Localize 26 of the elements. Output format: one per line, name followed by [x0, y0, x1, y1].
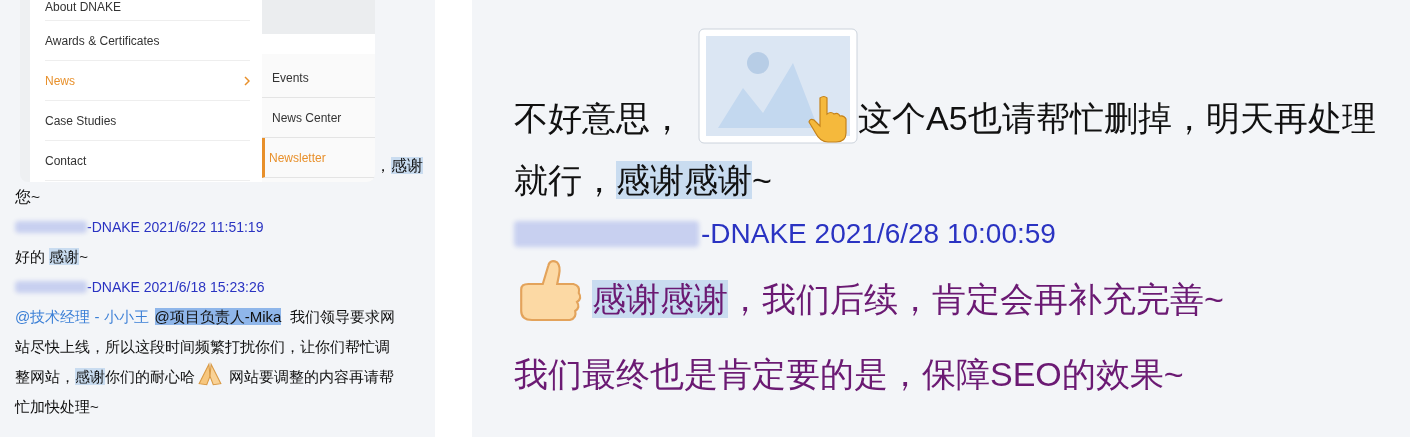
message-text: ，感谢	[375, 157, 423, 174]
message-header: -DNAKE 2021/6/18 15:23:26	[87, 278, 265, 297]
menu-item[interactable]: Contact	[45, 141, 250, 181]
highlighted-text: 感谢	[49, 248, 80, 265]
highlighted-text: 感谢感谢	[592, 280, 728, 318]
submenu-item[interactable]: News Center	[262, 98, 375, 138]
menu-item[interactable]: Case Studies	[45, 101, 250, 141]
menu-item[interactable]: About DNAKE	[45, 0, 250, 21]
message-text: 好的 感谢~	[15, 247, 89, 267]
submenu-item[interactable]: Events	[262, 58, 375, 98]
mention-link[interactable]: @技术经理 - 小小王	[15, 308, 149, 325]
message-text: @技术经理 - 小小王 @项目负责人-Mika 我们领导要求网站尽快上线，所以这段时间频繁打扰你们，让你们帮忙调整网站，感谢你们的耐心哈 网站要调整的内容再请帮忙加快处理~	[15, 307, 396, 417]
image-placeholder-icon[interactable]	[698, 28, 858, 144]
praying-hands-icon	[197, 362, 223, 388]
highlighted-text: 感谢	[391, 157, 423, 174]
message-header: -DNAKE 2021/6/22 11:51:19	[87, 218, 264, 237]
message-text: 不好意思， 这个A5也请帮忙删掉，明天再处理就行，感谢感谢~	[514, 28, 1404, 211]
blurred-name	[15, 281, 87, 293]
message-header: -DNAKE 2021/6/28 10:00:59	[701, 218, 1056, 250]
message-text: 您~	[15, 188, 41, 205]
menu-item[interactable]: Awards & Certificates	[45, 21, 250, 61]
blurred-name	[15, 221, 87, 233]
highlighted-text: 感谢感谢	[616, 161, 752, 199]
mention-link[interactable]: @项目负责人-Mika	[154, 308, 282, 325]
message-text: 感谢感谢，我们后续，肯定会再补充完善~ 我们最终也是肯定要的是，保障SEO的效果~	[514, 257, 1404, 412]
highlighted-text: 感谢	[75, 368, 105, 385]
